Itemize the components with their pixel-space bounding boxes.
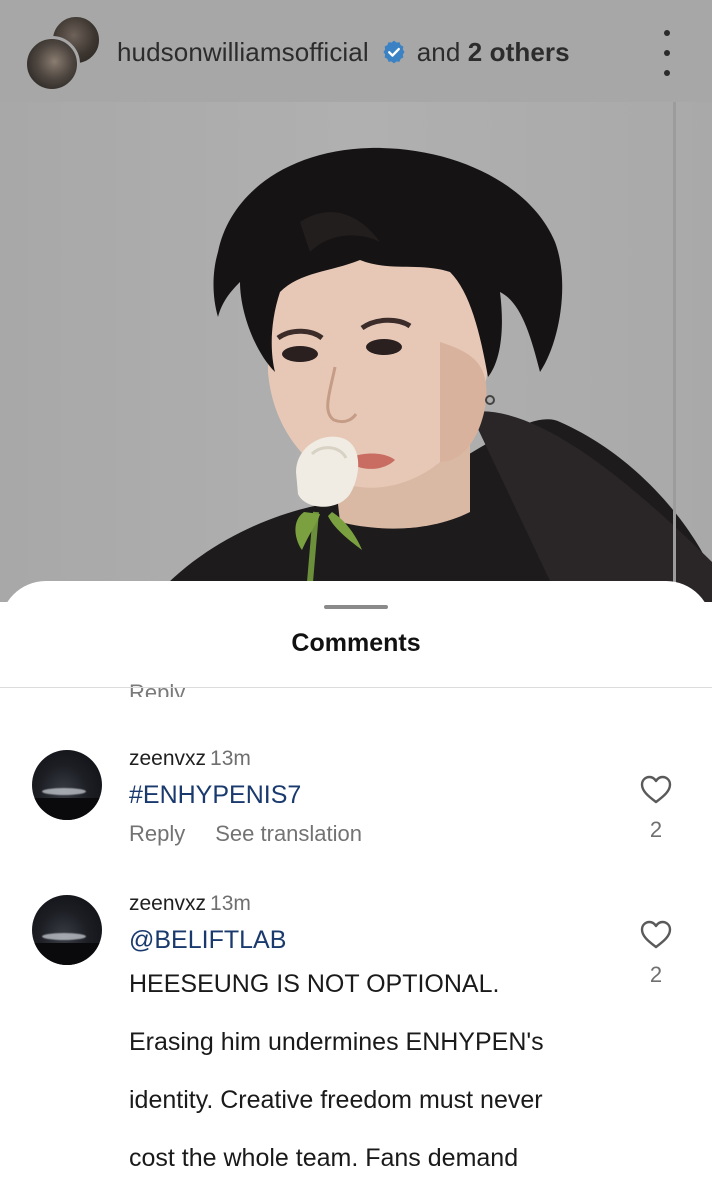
comment-mention[interactable]: @BELIFTLAB xyxy=(129,926,649,955)
comment-actions: Reply See translation xyxy=(129,821,362,847)
comment-username[interactable]: zeenvxz xyxy=(129,747,206,770)
divider xyxy=(0,687,712,688)
comment-time: 13m xyxy=(210,747,251,770)
like-count: 2 xyxy=(649,817,663,842)
post-authors[interactable]: hudsonwilliamsofficial and 2 others xyxy=(117,32,570,72)
avatar xyxy=(24,36,80,92)
comment-meta: zeenvxz 13m xyxy=(129,747,251,771)
verified-badge-icon xyxy=(383,40,405,64)
comment-username[interactable]: zeenvxz xyxy=(129,892,206,915)
like-heart-icon[interactable] xyxy=(640,775,672,805)
collab-avatars[interactable] xyxy=(24,14,102,92)
comment-meta: zeenvxz 13m xyxy=(129,892,251,916)
comment-body: HEESEUNG IS NOT OPTIONAL. Erasing him un… xyxy=(129,955,669,1187)
comment-line: Erasing him undermines ENHYPEN's xyxy=(129,1028,544,1056)
more-options-icon[interactable] xyxy=(652,30,682,76)
comment-line: cost the whole team. Fans demand xyxy=(129,1144,519,1172)
post-image[interactable] xyxy=(0,102,712,602)
portrait-photo xyxy=(150,147,712,602)
photo-edge xyxy=(673,102,676,602)
comments-sheet: Comments Reply zeenvxz 13m #ENHYPENIS7 Re… xyxy=(0,581,712,1199)
avatar[interactable] xyxy=(32,750,102,820)
comment-line: HEESEUNG IS NOT OPTIONAL. xyxy=(129,970,500,998)
comment-time: 13m xyxy=(210,892,251,915)
comment-line: identity. Creative freedom must never xyxy=(129,1086,543,1114)
and-others-link[interactable]: and 2 others xyxy=(417,37,570,68)
drag-handle[interactable] xyxy=(324,605,388,609)
see-translation-button[interactable]: See translation xyxy=(215,821,362,846)
avatar[interactable] xyxy=(32,895,102,965)
username[interactable]: hudsonwilliamsofficial xyxy=(117,37,369,68)
like-heart-icon[interactable] xyxy=(640,920,672,950)
post-header: hudsonwilliamsofficial and 2 others xyxy=(0,0,712,102)
sheet-title: Comments xyxy=(291,629,421,657)
comment-hashtag[interactable]: #ENHYPENIS7 xyxy=(129,781,649,810)
like-count: 2 xyxy=(649,962,663,987)
reply-button[interactable]: Reply xyxy=(129,821,185,846)
